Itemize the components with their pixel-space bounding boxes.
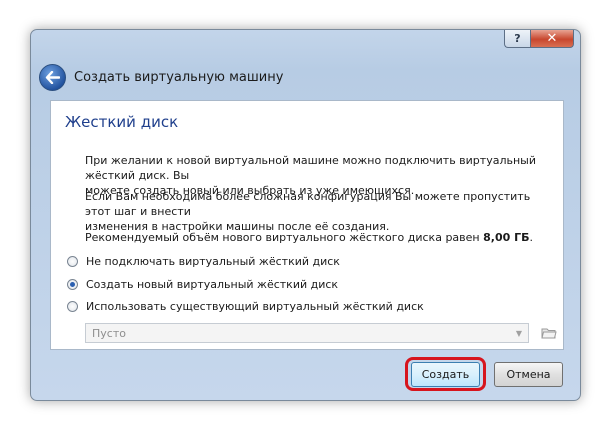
recommended-size-text: Рекомендуемый объём нового виртуального … [85, 230, 555, 245]
back-arrow-icon[interactable] [39, 63, 66, 91]
cancel-button[interactable]: Отмена [494, 362, 563, 387]
recommend-suffix: . [529, 231, 533, 244]
radio-no-disk[interactable] [67, 256, 78, 267]
recommend-prefix: Рекомендуемый объём нового виртуального … [85, 231, 484, 244]
existing-disk-value: Пусто [92, 326, 126, 340]
close-button[interactable]: ✕ [530, 30, 574, 48]
option-no-disk-label: Не подключать виртуальный жёсткий диск [86, 255, 340, 268]
option-create-disk-label: Создать новый виртуальный жёсткий диск [86, 278, 339, 291]
option-no-disk[interactable]: Не подключать виртуальный жёсткий диск [67, 255, 340, 268]
wizard-page: Жесткий диск При желании к новой виртуал… [50, 100, 564, 350]
recommend-size: 8,00 ГБ [483, 231, 530, 244]
option-create-disk[interactable]: Создать новый виртуальный жёсткий диск [67, 278, 338, 291]
option-existing-disk-label: Использовать существующий виртуальный жё… [86, 300, 424, 313]
description-2: Если Вам необходима более сложная конфиг… [85, 189, 555, 234]
help-button[interactable]: ? [504, 30, 530, 48]
description-1-line-1: При желании к новой виртуальной машине м… [85, 154, 536, 182]
option-existing-disk[interactable]: Использовать существующий виртуальный жё… [67, 300, 424, 313]
existing-disk-select[interactable]: Пусто ▼ [85, 323, 529, 343]
page-title: Жесткий диск [65, 113, 179, 131]
create-button[interactable]: Создать [411, 362, 480, 387]
radio-create-disk[interactable] [67, 279, 78, 290]
window-title: Создать виртуальную машину [74, 69, 284, 85]
window-controls: ? ✕ [504, 30, 574, 48]
description-2-line-1: Если Вам необходима более сложная конфиг… [85, 190, 531, 218]
wizard-header: Создать виртуальную машину [39, 62, 283, 92]
chevron-down-icon: ▼ [515, 328, 522, 338]
dialog-window: ? ✕ Создать виртуальную машину Жесткий д… [30, 29, 581, 401]
radio-existing-disk[interactable] [67, 301, 78, 312]
folder-open-icon[interactable] [539, 323, 559, 343]
